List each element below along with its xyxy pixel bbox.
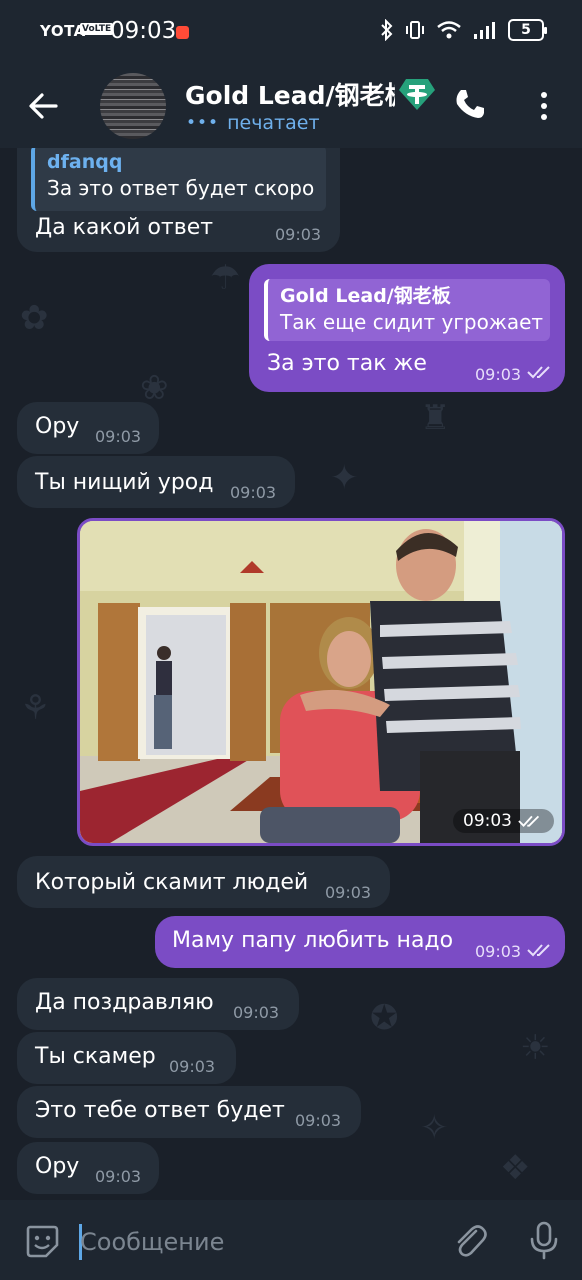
message-text: Маму папу любить надо <box>172 928 454 953</box>
reply-text: За это ответ будет скоро <box>47 176 315 200</box>
tether-icon <box>399 79 435 110</box>
status-bar: YOTA VoLTE 09:03 5 <box>0 0 582 66</box>
battery-icon: 5 <box>508 19 547 41</box>
message-time: 09:03 <box>230 483 277 502</box>
message-text: Ору <box>35 414 80 439</box>
status-clock: 09:03 <box>110 18 177 44</box>
message-composer <box>0 1200 582 1280</box>
double-check-icon <box>518 815 540 827</box>
message-time: 09:03 <box>169 1057 216 1076</box>
message-incoming[interactable]: dfanqq За это ответ будет скоро Да какой… <box>17 148 340 252</box>
message-time: 09:03 <box>325 883 372 902</box>
microphone-icon[interactable] <box>528 1220 560 1260</box>
message-time: 09:03 <box>475 365 522 384</box>
message-text: Который скамит людей <box>35 870 309 895</box>
message-text: Ору <box>35 1154 80 1179</box>
wifi-icon <box>437 21 461 39</box>
message-time: 09:03 <box>95 1167 142 1186</box>
reply-text: Так еще сидит угрожает <box>280 310 544 334</box>
volte-badge: VoLTE <box>80 23 114 35</box>
reply-author: dfanqq <box>47 151 123 173</box>
carrier-label: YOTA <box>40 22 86 40</box>
message-text: Ты нищий урод <box>35 470 214 495</box>
photo-time: 09:03 <box>453 809 554 833</box>
message-text: Да какой ответ <box>35 215 214 240</box>
message-text: За это так же <box>267 351 427 376</box>
reply-quote[interactable]: Gold Lead/钢老板 Так еще сидит угрожает <box>264 279 550 341</box>
status-icons: 5 <box>380 19 547 41</box>
typing-dots-icon: ••• <box>186 113 220 133</box>
message-text: Да поздравляю <box>35 990 214 1015</box>
reply-author: Gold Lead/钢老板 <box>280 285 451 307</box>
typing-label: печатает <box>227 112 320 134</box>
chat-title[interactable]: Gold Lead/钢老板 <box>185 76 395 112</box>
typing-status: ••• печатает <box>186 112 320 134</box>
message-outgoing[interactable]: Gold Lead/钢老板 Так еще сидит угрожает За … <box>249 264 565 392</box>
sticker-icon[interactable] <box>24 1223 60 1259</box>
message-incoming[interactable]: Ору 09:03 <box>17 402 159 454</box>
message-input[interactable] <box>80 1222 420 1262</box>
message-time: 09:03 <box>475 942 522 961</box>
message-incoming[interactable]: Ты нищий урод 09:03 <box>17 456 295 508</box>
more-vert-icon[interactable] <box>530 86 558 126</box>
chat-header: Gold Lead/钢老板 ••• печатает <box>0 66 582 148</box>
message-incoming[interactable]: Ты скамер 09:03 <box>17 1032 236 1084</box>
message-time: 09:03 <box>233 1003 280 1022</box>
message-time: 09:03 <box>95 427 142 446</box>
message-text: Ты скамер <box>35 1044 156 1069</box>
phone-icon[interactable] <box>452 86 488 122</box>
attach-icon[interactable] <box>452 1222 488 1260</box>
message-time: 09:03 <box>295 1111 342 1130</box>
bluetooth-icon <box>381 19 393 41</box>
message-time: 09:03 <box>275 225 322 244</box>
message-list[interactable]: ✿ ☂ ❀ ♜ ✦ ⚘ ☕ ✪ ☀ ✧ ❖ dfanqq За это отве… <box>0 148 582 1200</box>
message-incoming[interactable]: Это тебе ответ будет 09:03 <box>17 1086 361 1138</box>
message-incoming[interactable]: Да поздравляю 09:03 <box>17 978 299 1030</box>
message-time: 09:03 <box>463 811 512 831</box>
message-incoming[interactable]: Который скамит людей 09:03 <box>17 856 390 908</box>
photo-image[interactable] <box>80 521 562 843</box>
double-check-icon <box>527 944 550 957</box>
message-incoming[interactable]: Ору 09:03 <box>17 1142 159 1194</box>
reply-quote[interactable]: dfanqq За это ответ будет скоро <box>31 148 326 211</box>
vibrate-icon <box>406 21 424 39</box>
message-text: Это тебе ответ будет <box>35 1098 285 1123</box>
message-outgoing[interactable]: Маму папу любить надо 09:03 <box>155 916 565 968</box>
double-check-icon <box>527 366 550 379</box>
recording-icon <box>176 26 189 39</box>
signal-icon <box>474 22 495 39</box>
back-arrow-icon[interactable] <box>26 88 62 124</box>
photo-message[interactable]: 09:03 <box>77 518 565 846</box>
avatar[interactable] <box>100 73 166 139</box>
